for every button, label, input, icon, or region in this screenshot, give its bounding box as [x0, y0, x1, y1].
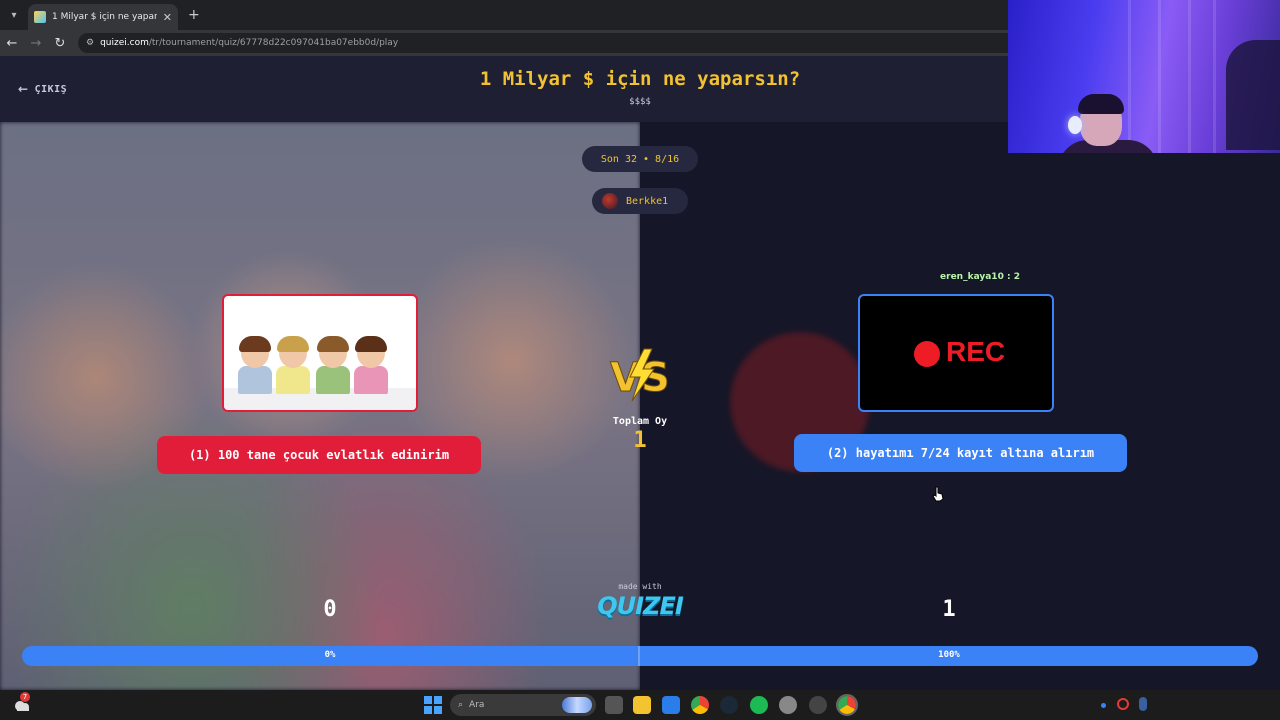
windows-taskbar: 7 ⌕ Ara [0, 690, 1280, 720]
tray-record-icon[interactable] [1117, 698, 1129, 710]
webcam-overlay [1008, 0, 1280, 153]
search-highlight-art [562, 697, 592, 713]
round-badge: Son 32 • 8/16 [582, 146, 698, 172]
made-with-label: made with [618, 582, 662, 591]
left-choice-button[interactable]: (1) 100 tane çocuk evlatlık edinirim [157, 436, 481, 474]
address-bar[interactable]: ⚙ quizei.com/tr/tournament/quiz/67778d22… [78, 33, 1038, 53]
vote-progress-bar: 0% 100% [22, 646, 1258, 666]
child-figure [354, 336, 388, 394]
reload-icon[interactable]: ↻ [48, 31, 72, 55]
left-score: 0 [323, 597, 337, 622]
url-site: quizei.com [100, 38, 149, 48]
webcam-shadow [1226, 40, 1280, 150]
forward-arrow-icon[interactable]: → [24, 31, 48, 55]
obs-icon[interactable] [809, 696, 827, 714]
progress-divider [638, 646, 640, 666]
webcam-person-hair [1078, 94, 1124, 114]
taskbar-search[interactable]: ⌕ Ara [450, 694, 596, 716]
vs-lightning-icon: VS [610, 348, 670, 402]
total-votes-label: Toplam Oy [612, 416, 668, 427]
left-percent: 0% [324, 650, 336, 660]
quiz-stage: Son 32 • 8/16 Berkke1 eren_kaya10 : 2 RE… [0, 122, 1280, 690]
windows-start-icon[interactable] [424, 696, 442, 714]
rec-text: REC [946, 336, 1006, 367]
viewer-vote-tag: eren_kaya10 : 2 [940, 272, 1020, 282]
search-icon: ⌕ [458, 700, 464, 710]
user-name: Berkke1 [626, 195, 669, 207]
headphone-light [1068, 116, 1082, 134]
store-icon[interactable] [662, 696, 680, 714]
settings-gear-icon[interactable] [779, 696, 797, 714]
file-explorer-icon[interactable] [633, 696, 651, 714]
weather-badge: 7 [20, 692, 30, 702]
tab-close-icon[interactable]: ✕ [163, 11, 172, 24]
site-info-icon[interactable]: ⚙ [86, 38, 94, 48]
right-score: 1 [942, 597, 956, 622]
tray-indicator [1101, 703, 1106, 708]
tray-mic-icon[interactable] [1139, 697, 1147, 711]
record-dot-icon [914, 341, 940, 367]
steam-icon[interactable] [720, 696, 738, 714]
hand-cursor-icon [932, 486, 944, 502]
user-badge: Berkke1 [592, 188, 688, 214]
chrome-active-icon[interactable] [836, 694, 858, 716]
left-choice-image[interactable] [222, 294, 418, 412]
right-choice-button[interactable]: (2) hayatımı 7/24 kayıt altına alırım [794, 434, 1127, 472]
spotify-icon[interactable] [750, 696, 768, 714]
quizei-logo[interactable]: QUIZEI [580, 592, 700, 620]
avatar [602, 193, 618, 209]
url-path: /tr/tournament/quiz/67778d22c097041ba07e… [148, 38, 399, 48]
child-figure [316, 336, 350, 394]
right-percent: 100% [938, 650, 960, 660]
right-choice-image[interactable]: REC [858, 294, 1054, 412]
back-arrow-icon[interactable]: ← [0, 31, 24, 55]
task-view-icon[interactable] [605, 696, 623, 714]
search-placeholder: Ara [469, 700, 485, 710]
tab-title: 1 Milyar $ için ne yaparsın? - Te [52, 12, 157, 22]
chrome-icon[interactable] [691, 696, 709, 714]
new-tab-icon[interactable]: + [188, 7, 200, 23]
tab-favicon-icon [34, 11, 46, 23]
browser-tab[interactable]: 1 Milyar $ için ne yaparsın? - Te ✕ [28, 4, 178, 30]
total-votes-count: 1 [633, 428, 647, 453]
child-figure [276, 336, 310, 394]
child-figure [238, 336, 272, 394]
tab-search-chevron-icon[interactable]: ▾ [0, 0, 28, 30]
